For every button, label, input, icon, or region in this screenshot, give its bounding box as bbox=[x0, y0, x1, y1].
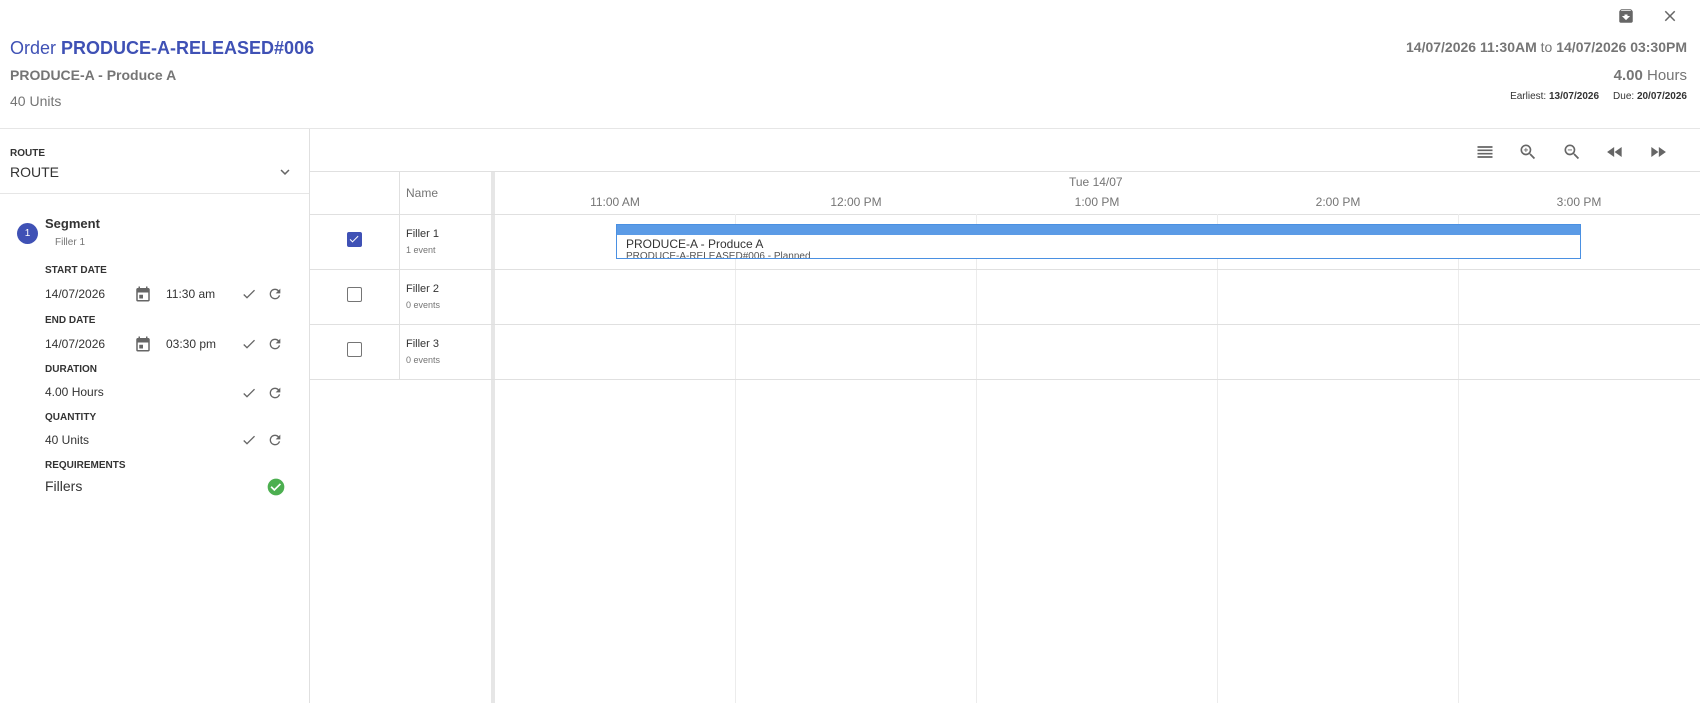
event-color-bar bbox=[617, 225, 1580, 235]
header-actions bbox=[1614, 4, 1682, 28]
archive-icon[interactable] bbox=[1614, 4, 1638, 28]
check-circle-icon bbox=[266, 477, 286, 497]
duration-label: DURATION bbox=[45, 364, 98, 375]
schedule-range: 14/07/2026 11:30AM to 14/07/2026 03:30PM bbox=[1406, 39, 1687, 55]
duration-field[interactable]: 4.00 Hours bbox=[45, 385, 104, 399]
close-icon[interactable] bbox=[1658, 4, 1682, 28]
timeline-header-row bbox=[310, 172, 1700, 215]
timeline-toolbar bbox=[310, 129, 1700, 172]
calendar-icon[interactable] bbox=[134, 285, 152, 303]
segment-title: Segment bbox=[45, 216, 100, 231]
range-to: to bbox=[1540, 39, 1553, 55]
end-date-label: END DATE bbox=[45, 315, 96, 326]
quantity-label: QUANTITY bbox=[45, 412, 97, 423]
end-date-field[interactable]: 14/07/2026 bbox=[45, 337, 105, 351]
row-checkbox[interactable] bbox=[347, 232, 362, 247]
event-title: PRODUCE-A - Produce A bbox=[626, 237, 764, 251]
scheduled-event[interactable]: PRODUCE-A - Produce A PRODUCE-A-RELEASED… bbox=[616, 224, 1581, 259]
check-icon[interactable] bbox=[240, 431, 258, 449]
event-subtitle: PRODUCE-A-RELEASED#006 - Planned bbox=[626, 251, 811, 259]
due-date: Due: 20/07/2026 bbox=[1613, 91, 1687, 102]
quantity-field[interactable]: 40 Units bbox=[45, 433, 89, 447]
refresh-icon[interactable] bbox=[266, 431, 284, 449]
requirement-item: Fillers bbox=[45, 478, 83, 494]
route-value: ROUTE bbox=[10, 164, 59, 180]
hours-value: 4.00 bbox=[1613, 67, 1643, 84]
zoom-out-icon[interactable] bbox=[1561, 141, 1583, 163]
order-units: 40 Units bbox=[10, 93, 62, 109]
start-date-label: START DATE bbox=[45, 265, 107, 276]
duration-summary: 4.00 Hours bbox=[1614, 67, 1687, 84]
order-id: PRODUCE-A-RELEASED#006 bbox=[61, 38, 315, 58]
row-checkbox[interactable] bbox=[347, 342, 362, 357]
order-product: PRODUCE-A - Produce A bbox=[10, 67, 177, 83]
segment-number-badge: 1 bbox=[17, 223, 38, 244]
route-label: ROUTE bbox=[10, 148, 45, 159]
check-icon[interactable] bbox=[240, 384, 258, 402]
list-icon[interactable] bbox=[1474, 141, 1496, 163]
resource-event-count: 0 events bbox=[406, 300, 441, 310]
check-icon[interactable] bbox=[240, 335, 258, 353]
resource-event-count: 0 events bbox=[406, 355, 441, 365]
earliest-date: Earliest: 13/07/2026 bbox=[1510, 91, 1600, 102]
row-checkbox[interactable] bbox=[347, 287, 362, 302]
end-time-field[interactable]: 03:30 pm bbox=[166, 337, 216, 351]
start-date-field[interactable]: 14/07/2026 bbox=[45, 287, 105, 301]
order-label: Order bbox=[10, 38, 57, 58]
resource-row bbox=[310, 325, 1700, 380]
chevron-down-icon[interactable] bbox=[276, 163, 294, 181]
refresh-icon[interactable] bbox=[266, 285, 284, 303]
calendar-icon[interactable] bbox=[134, 335, 152, 353]
segment-resource: Filler 1 bbox=[55, 237, 86, 248]
requirements-label: REQUIREMENTS bbox=[45, 460, 126, 471]
route-select[interactable]: ROUTE ROUTE bbox=[0, 129, 309, 194]
resource-name: Filler 2 bbox=[406, 283, 440, 295]
resource-name: Filler 3 bbox=[406, 338, 440, 350]
order-title: Order PRODUCE-A-RELEASED#006 bbox=[10, 38, 314, 59]
rewind-icon[interactable] bbox=[1604, 141, 1626, 163]
range-start: 14/07/2026 11:30AM bbox=[1406, 39, 1537, 55]
resource-event-count: 1 event bbox=[406, 245, 436, 255]
range-end: 14/07/2026 03:30PM bbox=[1556, 39, 1687, 55]
start-time-field[interactable]: 11:30 am bbox=[166, 287, 215, 301]
zoom-in-icon[interactable] bbox=[1517, 141, 1539, 163]
hours-unit: Hours bbox=[1646, 67, 1687, 84]
resource-timeline: Name Tue 14/07 11:00 AM 12:00 PM 1:00 PM… bbox=[310, 172, 1700, 703]
segment-panel: ROUTE ROUTE 1 Segment Filler 1 START DAT… bbox=[0, 129, 310, 703]
resource-name: Filler 1 bbox=[406, 228, 440, 240]
refresh-icon[interactable] bbox=[266, 335, 284, 353]
fast-forward-icon[interactable] bbox=[1647, 141, 1669, 163]
order-header: Order PRODUCE-A-RELEASED#006 PRODUCE-A -… bbox=[0, 0, 1700, 129]
check-icon[interactable] bbox=[240, 285, 258, 303]
refresh-icon[interactable] bbox=[266, 384, 284, 402]
resource-row bbox=[310, 270, 1700, 325]
date-constraints: Earliest: 13/07/2026 Due: 20/07/2026 bbox=[1510, 91, 1687, 102]
